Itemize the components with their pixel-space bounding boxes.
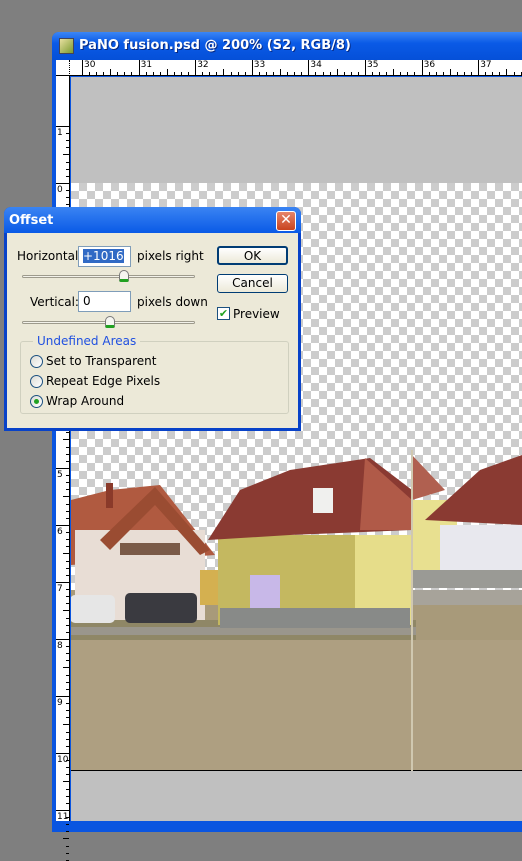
ruler-tick <box>56 126 70 127</box>
document-title: PaNO fusion.psd @ 200% (S2, RGB/8) <box>79 38 351 53</box>
horizontal-input[interactable]: +1016 <box>78 246 131 267</box>
ruler-tick <box>195 60 197 76</box>
castle-toy <box>250 575 280 610</box>
horizontal-slider-thumb[interactable] <box>119 270 130 282</box>
ruler-tick <box>421 60 423 76</box>
vertical-label: Vertical: <box>30 295 79 309</box>
ruler-tick <box>56 753 70 754</box>
ruler-label: 9 <box>57 698 63 708</box>
radio-set-to-transparent[interactable] <box>30 355 43 368</box>
horizontal-value: +1016 <box>83 249 124 263</box>
radio-repeat-edge-pixels[interactable] <box>30 375 43 388</box>
ruler-tick <box>251 60 253 76</box>
option-label: Wrap Around <box>46 394 125 408</box>
ruler-label: 5 <box>57 470 63 480</box>
road <box>71 627 416 635</box>
photoshop-document-icon <box>59 38 74 54</box>
ruler-tick <box>56 639 70 640</box>
offset-dialog: Offset ✕ Horizontal: +1016 pixels right … <box>4 207 301 431</box>
vertical-ruler[interactable]: 101234567891011 <box>56 76 70 861</box>
vertical-value: 0 <box>83 294 91 308</box>
vertical-unit: pixels down <box>137 295 208 309</box>
option-label: Set to Transparent <box>46 354 157 368</box>
horizontal-ruler[interactable]: 30 31 32 33 34 35 36 37 <box>70 60 522 76</box>
ruler-label: 34 <box>310 60 322 70</box>
ruler-origin[interactable] <box>56 60 70 76</box>
ruler-label: 11 <box>57 812 69 822</box>
ruler-label: 31 <box>140 60 153 70</box>
ruler-tick <box>308 60 310 76</box>
white-car <box>71 595 115 623</box>
ruler-label: 35 <box>367 60 379 70</box>
ruler-tick <box>138 60 140 76</box>
ruler-tick <box>82 60 83 76</box>
ruler-tick <box>56 468 70 469</box>
horizontal-unit: pixels right <box>137 249 204 263</box>
close-icon[interactable]: ✕ <box>276 211 296 231</box>
ruler-tick <box>56 696 70 697</box>
dialog-title-bar[interactable]: Offset <box>4 207 301 233</box>
ruler-tick <box>56 582 70 583</box>
ruler-tick <box>478 60 480 76</box>
document-title-bar[interactable]: PaNO fusion.psd @ 200% (S2, RGB/8) <box>52 32 522 60</box>
ok-button[interactable]: OK <box>217 246 288 265</box>
ruler-label: 8 <box>57 641 63 651</box>
ruler-label: 10 <box>57 755 69 765</box>
ruler-label: 33 <box>253 60 266 70</box>
undefined-areas-group: Undefined Areas Set to Transparent Repea… <box>20 334 289 414</box>
vertical-input[interactable]: 0 <box>78 291 131 312</box>
cancel-button[interactable]: Cancel <box>217 274 288 293</box>
ruler-tick <box>56 525 70 526</box>
undefined-areas-legend: Undefined Areas <box>33 334 141 348</box>
vertical-slider-thumb[interactable] <box>105 316 116 328</box>
ruler-label: 36 <box>423 60 436 70</box>
ruler-label: 32 <box>197 60 209 70</box>
dark-car <box>125 593 197 623</box>
ruler-label: 7 <box>57 584 63 594</box>
preview-label: Preview <box>233 307 280 321</box>
ruler-label: 37 <box>480 60 492 70</box>
horizontal-slider[interactable] <box>22 275 195 278</box>
radio-wrap-around[interactable] <box>30 395 43 408</box>
ruler-label: 1 <box>57 128 63 138</box>
ruler-label: 0 <box>57 185 63 195</box>
dialog-title: Offset <box>9 213 54 228</box>
horizontal-label: Horizontal: <box>17 249 83 263</box>
ruler-tick <box>56 810 70 811</box>
ruler-tick <box>365 60 366 76</box>
ruler-label: 6 <box>57 527 63 537</box>
option-label: Repeat Edge Pixels <box>46 374 161 388</box>
preview-checkbox[interactable]: ✔ <box>217 307 230 320</box>
ruler-tick <box>56 183 70 184</box>
ruler-label: 30 <box>84 60 96 70</box>
